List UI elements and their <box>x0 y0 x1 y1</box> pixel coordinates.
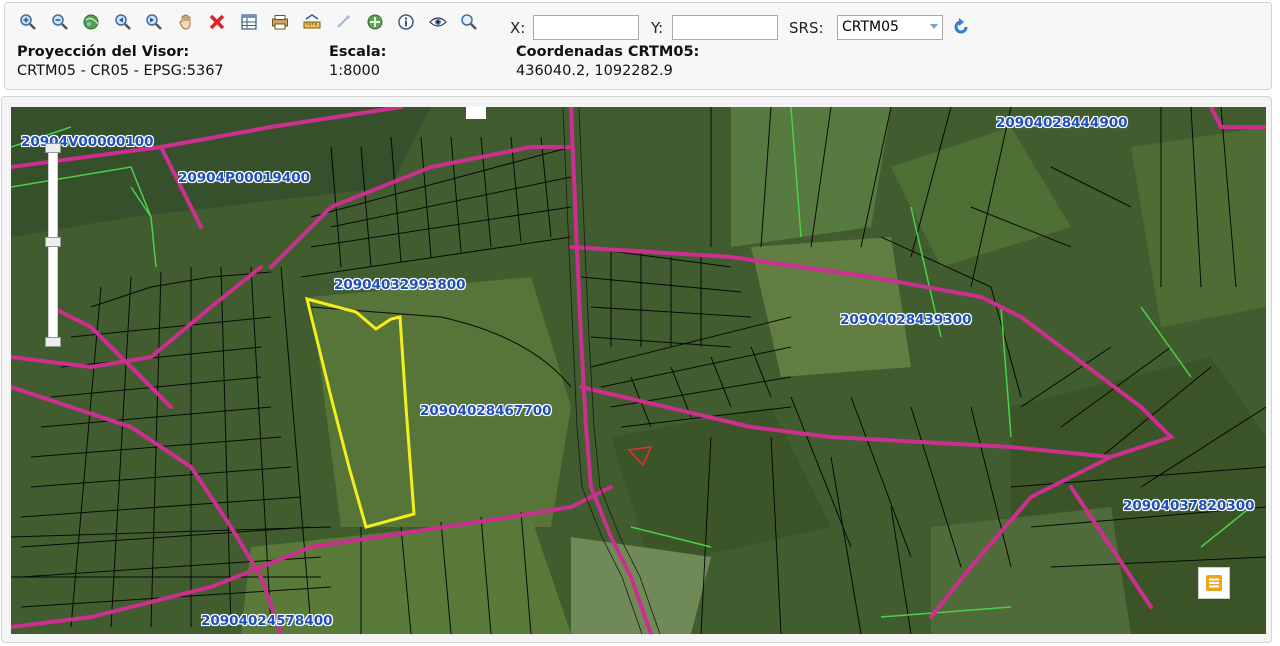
info-icon[interactable] <box>395 11 417 33</box>
layers-button[interactable] <box>1198 567 1230 599</box>
print-icon[interactable] <box>269 11 291 33</box>
parcel-label: 20904032993800 <box>334 277 466 293</box>
eye-icon[interactable] <box>427 11 449 33</box>
srs-label: SRS: <box>789 19 824 37</box>
zoom-out-icon[interactable] <box>49 11 71 33</box>
zoom-previous-icon[interactable] <box>112 11 134 33</box>
clear-icon[interactable] <box>206 11 228 33</box>
refresh-icon[interactable] <box>950 16 972 38</box>
projection-value: CRTM05 - CR05 - EPSG:5367 <box>17 63 224 79</box>
draw-line-icon[interactable] <box>332 11 354 33</box>
map-base-layer <box>11 107 1266 634</box>
y-label: Y: <box>651 19 664 37</box>
measure-icon[interactable] <box>301 11 323 33</box>
zoom-out-cap[interactable] <box>45 337 61 347</box>
parcel-label: 20904V00000100 <box>21 134 154 150</box>
zoom-slider[interactable] <box>45 143 61 347</box>
projection-info: Proyección del Visor: CRTM05 - CR05 - EP… <box>17 43 224 81</box>
parcel-label: 20904024578400 <box>201 613 333 629</box>
identify-icon[interactable] <box>364 11 386 33</box>
coords-label: Coordenadas CRTM05: <box>516 44 700 60</box>
zoom-next-icon[interactable] <box>143 11 165 33</box>
parcel-label: 20904P00019400 <box>178 170 311 186</box>
scale-label: Escala: <box>329 44 387 60</box>
chevron-down-icon <box>930 24 938 29</box>
zoom-handle[interactable] <box>45 237 61 247</box>
search-icon[interactable] <box>458 11 480 33</box>
table-icon[interactable] <box>238 11 260 33</box>
pan-hand-icon[interactable] <box>175 11 197 33</box>
map-canvas[interactable]: 20904V00000100 20904P00019400 2090403299… <box>11 107 1266 634</box>
parcel-label: 20904037820300 <box>1123 498 1255 514</box>
parcel-label: 20904028439300 <box>840 312 972 328</box>
zoom-in-cap[interactable] <box>45 143 61 153</box>
parcel-label: 20904028444900 <box>996 115 1128 131</box>
zoom-in-icon[interactable] <box>17 11 39 33</box>
coords-info: Coordenadas CRTM05: 436040.2, 1092282.9 <box>516 43 699 81</box>
parcel-label: 20904028467700 <box>420 403 552 419</box>
x-input[interactable] <box>533 15 639 40</box>
srs-selected: CRTM05 <box>842 19 899 35</box>
layers-list-icon <box>1206 575 1222 591</box>
coords-value: 436040.2, 1092282.9 <box>516 63 673 79</box>
y-input[interactable] <box>672 15 778 40</box>
tool-row <box>17 11 490 33</box>
globe-icon[interactable] <box>80 11 102 33</box>
srs-select[interactable]: CRTM05 <box>837 15 943 40</box>
toolbar-panel: X: Y: SRS: CRTM05 Proyección del Visor: … <box>4 2 1272 90</box>
scale-info: Escala: 1:8000 <box>329 43 386 81</box>
projection-label: Proyección del Visor: <box>17 44 190 60</box>
x-label: X: <box>510 19 526 37</box>
scale-value: 1:8000 <box>329 63 381 79</box>
map-panel: 20904V00000100 20904P00019400 2090403299… <box>1 96 1272 643</box>
